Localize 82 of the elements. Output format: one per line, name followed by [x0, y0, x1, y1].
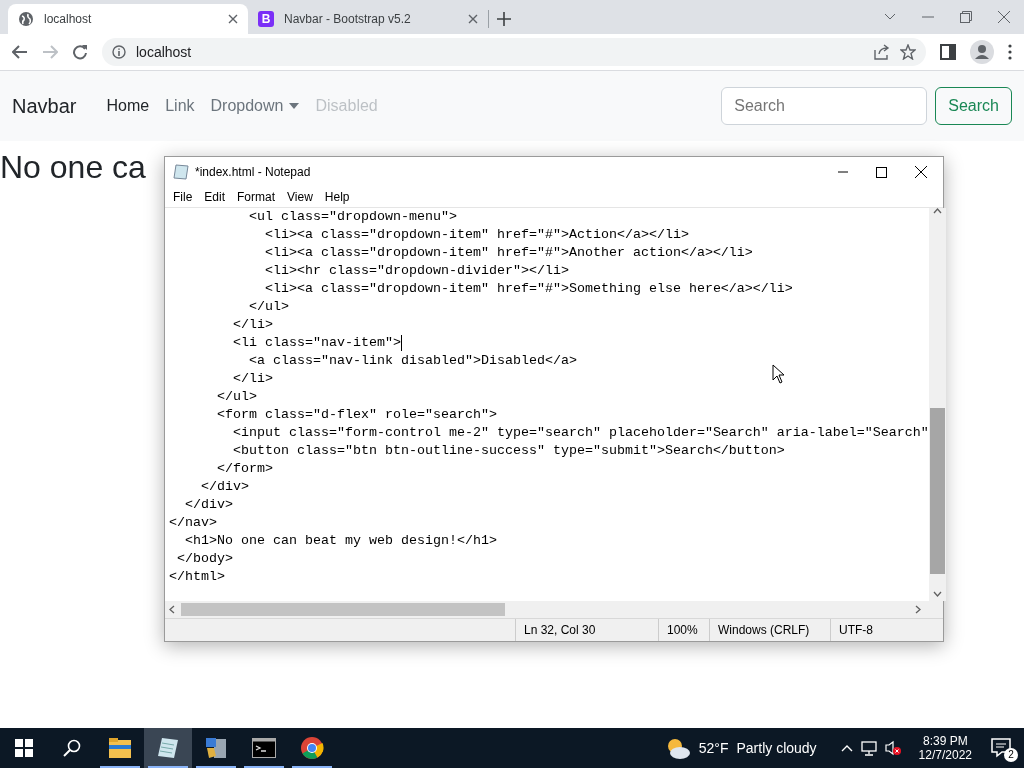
weather-condition: Partly cloudy	[736, 740, 817, 756]
code-line: <button class="btn btn-outline-success" type="submit">Search</button>	[232, 442, 785, 460]
notepad-icon[interactable]	[157, 737, 179, 759]
windows-start-icon[interactable]	[15, 739, 33, 757]
profile-icon[interactable]	[970, 40, 994, 64]
status-field: Ln 32, Col 30	[515, 619, 658, 641]
scrollbar-thumb[interactable]	[929, 408, 945, 574]
scroll-up-icon[interactable]	[932, 208, 942, 214]
caret-icon	[289, 103, 300, 109]
code-line: <li><a class="dropdown-item" href="#">Something else here</a></li>	[263, 280, 793, 298]
menu-item[interactable]: Edit	[198, 190, 232, 204]
side-panel-icon[interactable]	[940, 44, 956, 60]
menu-item[interactable]: Help	[318, 190, 356, 204]
new-tab-icon[interactable]	[497, 12, 511, 26]
code-line: </div>	[184, 496, 233, 514]
status-field: 100%	[658, 619, 709, 641]
code-line: <form class="d-flex" role="search">	[216, 406, 497, 424]
mouse-pointer-icon	[772, 364, 784, 384]
code-line: <li><hr class="dropdown-divider"></li>	[263, 262, 569, 280]
share-icon[interactable]	[874, 44, 890, 60]
close-icon[interactable]	[228, 14, 238, 24]
browser-tab[interactable]: localhost	[8, 4, 248, 34]
info-icon[interactable]	[112, 45, 126, 59]
taskbar-app[interactable]	[144, 728, 192, 768]
bootstrap-logo: B	[258, 11, 274, 27]
chrome-icon[interactable]	[300, 736, 324, 760]
scroll-left-icon[interactable]	[169, 605, 175, 614]
code-line: <a class="nav-link disabled">Disabled</a>	[247, 352, 577, 370]
nav-link[interactable]: Dropdown	[202, 89, 308, 123]
more-menu-icon[interactable]	[1008, 44, 1012, 60]
volume-muted-icon[interactable]	[884, 740, 901, 756]
chevron-down-icon[interactable]	[884, 13, 896, 21]
menu-item[interactable]: File	[167, 190, 199, 204]
window-title: *index.html - Notepad	[195, 165, 312, 179]
reload-icon[interactable]	[72, 44, 88, 60]
code-line: </html>	[169, 568, 225, 586]
search-button[interactable]: Search	[935, 87, 1012, 125]
code-line: <h1>No one can beat my web design!</h1>	[184, 532, 497, 550]
notification-count: 2	[1004, 748, 1018, 762]
clock-date[interactable]: 12/7/2022	[918, 748, 972, 762]
terminal-icon[interactable]	[252, 738, 276, 758]
notification-icon[interactable]	[990, 736, 1012, 758]
computer-box-icon[interactable]	[204, 736, 228, 760]
browser-tab[interactable]: B Navbar - Bootstrap v5.2	[248, 4, 488, 34]
code-line: </li>	[232, 316, 273, 334]
scroll-right-icon[interactable]	[915, 605, 921, 614]
globe-icon	[18, 11, 34, 27]
code-line: <li><a class="dropdown-item" href="#">Another action</a></li>	[263, 244, 753, 262]
code-line: <li class="nav-item">	[232, 334, 401, 352]
code-line: </nav>	[169, 514, 217, 532]
maximize-icon[interactable]	[876, 166, 887, 178]
navbar-brand[interactable]: Navbar	[12, 94, 77, 118]
code-line: </ul>	[247, 298, 289, 316]
network-icon[interactable]	[860, 740, 877, 756]
search-field[interactable]: Search	[721, 87, 928, 125]
restore-icon[interactable]	[960, 11, 972, 23]
status-field: Windows (CRLF)	[709, 619, 830, 641]
code-line: <ul class="dropdown-menu">	[247, 208, 457, 226]
close-icon[interactable]	[915, 166, 927, 178]
code-line: </form>	[216, 460, 273, 478]
page-heading: No one ca	[0, 149, 146, 186]
folder-icon[interactable]	[108, 737, 132, 759]
notepad-icon	[173, 164, 189, 180]
nav-link[interactable]: Home	[98, 89, 158, 123]
back-icon[interactable]	[12, 45, 28, 59]
menu-item[interactable]: Format	[231, 190, 282, 204]
chevron-up-icon[interactable]	[840, 744, 853, 752]
code-line: </li>	[232, 370, 273, 388]
code-line: <input class="form-control me-2" type="search" placeholder="Search" aria-label="Search"	[232, 424, 929, 442]
code-line: <li><a class="dropdown-item" href="#">Action</a></li>	[263, 226, 689, 244]
menu-item[interactable]: View	[281, 190, 319, 204]
code-line: </body>	[176, 550, 233, 568]
status-field: UTF-8	[830, 619, 943, 641]
code-line: </div>	[200, 478, 249, 496]
nav-link[interactable]: Link	[157, 89, 203, 123]
weather-temperature: 52°F	[698, 740, 729, 756]
clock-time[interactable]: 8:39 PM	[922, 734, 968, 748]
search-icon[interactable]	[63, 739, 81, 757]
code-line: </ul>	[216, 388, 257, 406]
scroll-down-icon[interactable]	[932, 591, 942, 597]
star-icon[interactable]	[900, 44, 916, 60]
scrollbar-thumb[interactable]	[181, 603, 505, 616]
